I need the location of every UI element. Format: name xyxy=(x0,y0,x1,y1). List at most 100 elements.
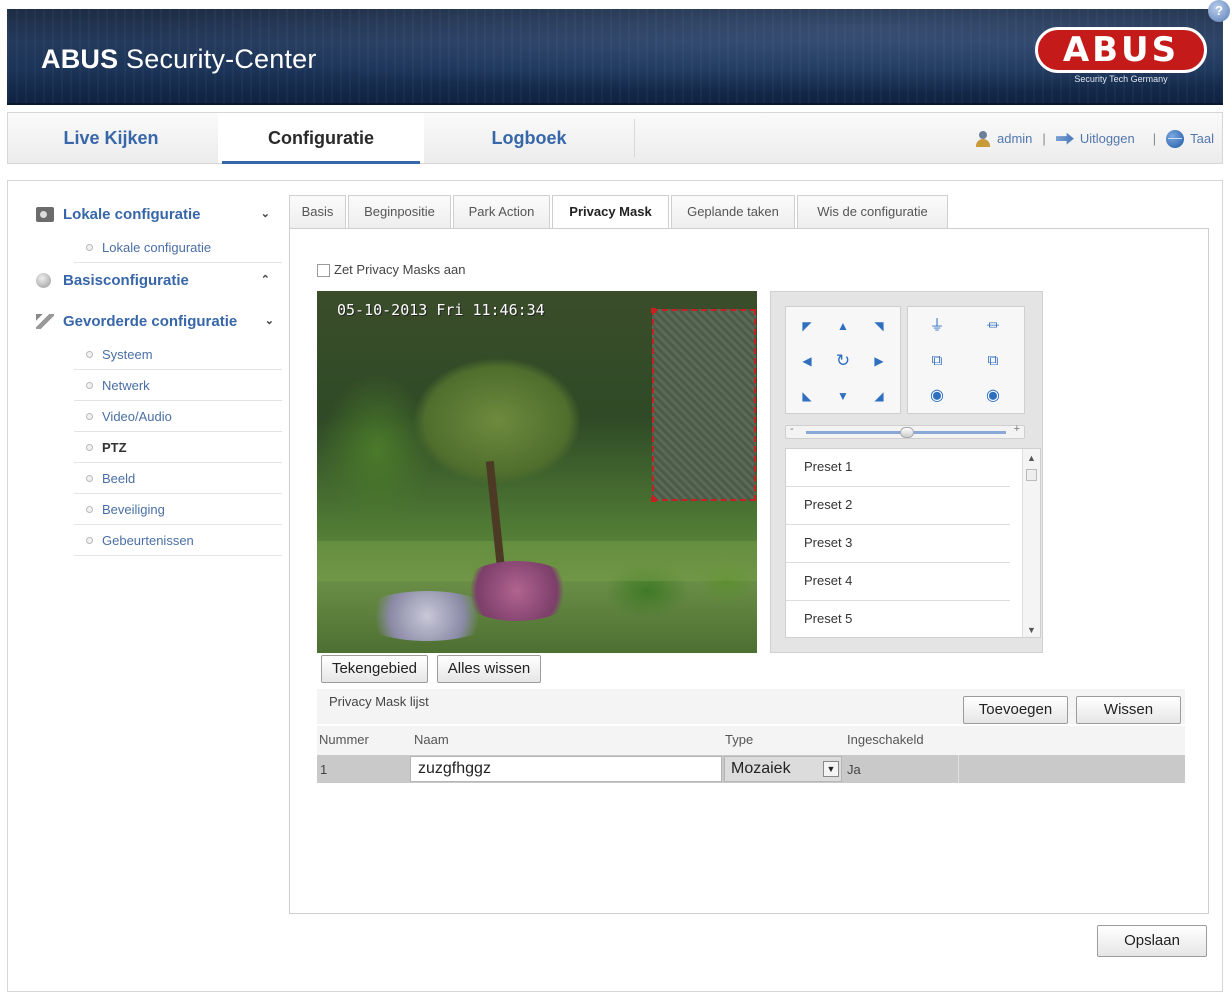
sidebar-local-config[interactable]: Lokale configuratie ⌄ xyxy=(28,197,282,232)
enable-privacy-label: Zet Privacy Masks aan xyxy=(334,262,466,277)
sidebar-section-label: Lokale configuratie xyxy=(63,206,201,223)
app-title-brand: ABUS xyxy=(41,44,119,74)
ptz-up-left-icon[interactable]: ◤ xyxy=(792,311,822,341)
sidebar-section-label: Gevorderde configuratie xyxy=(63,313,238,330)
abus-logo: ABUS Security Tech Germany xyxy=(1035,27,1207,87)
ptz-left-icon[interactable]: ◀ xyxy=(792,346,822,376)
tab-park-action[interactable]: Park Action xyxy=(453,195,550,228)
preset-item[interactable]: Preset 3 xyxy=(786,525,1010,563)
chevron-down-icon[interactable]: ▼ xyxy=(823,761,839,777)
clear-all-button[interactable]: Alles wissen xyxy=(437,655,541,683)
user-name[interactable]: admin xyxy=(997,114,1032,164)
logo-word: ABUS xyxy=(1062,30,1180,70)
chevron-down-icon[interactable]: ⌄ xyxy=(261,197,270,232)
zoom-out-icon[interactable]: ⏛ xyxy=(978,311,1008,341)
tab-basis[interactable]: Basis xyxy=(289,195,346,228)
slider-thumb[interactable] xyxy=(900,427,914,438)
scroll-up-icon[interactable]: ▲ xyxy=(1027,453,1036,463)
sidebar-item-network[interactable]: Netwerk xyxy=(74,370,282,401)
sidebar-item-system[interactable]: Systeem xyxy=(74,339,282,370)
bullet-icon xyxy=(86,444,93,451)
iris-close-icon[interactable]: ◉ xyxy=(978,381,1008,411)
preset-list: Preset 1 Preset 2 Preset 3 Preset 4 Pres… xyxy=(785,448,1041,638)
nav-tab-log[interactable]: Logboek xyxy=(426,113,632,163)
logout-link[interactable]: Uitloggen xyxy=(1080,114,1135,164)
bullet-icon xyxy=(86,506,93,513)
enable-privacy-row[interactable]: Zet Privacy Masks aan xyxy=(317,262,466,278)
chevron-up-icon[interactable]: ⌃ xyxy=(261,263,270,298)
chevron-down-icon[interactable]: ⌄ xyxy=(265,304,274,339)
preset-item[interactable]: Preset 2 xyxy=(786,487,1010,525)
ptz-up-right-icon[interactable]: ◥ xyxy=(864,311,894,341)
tab-beginpositie[interactable]: Beginpositie xyxy=(348,195,451,228)
iris-open-icon[interactable]: ◉ xyxy=(922,381,952,411)
preset-item[interactable]: Preset 5 xyxy=(786,601,1010,637)
main-nav: Live Kijken Configuratie Logboek admin | U… xyxy=(7,112,1223,164)
sidebar-item-ptz[interactable]: PTZ xyxy=(74,432,282,463)
add-button[interactable]: Toevoegen xyxy=(963,696,1068,724)
nav-separator xyxy=(634,119,635,157)
focus-near-icon[interactable]: ⧉ xyxy=(922,346,952,376)
column-name: Naam xyxy=(414,732,449,747)
bullet-icon xyxy=(86,244,93,251)
bullet-icon xyxy=(86,475,93,482)
sidebar-item-video-audio[interactable]: Video/Audio xyxy=(74,401,282,432)
ptz-auto-rotate-icon[interactable]: ↻ xyxy=(828,346,858,376)
logout-icon xyxy=(1055,132,1074,145)
preset-scrollbar[interactable]: ▲ ▼ xyxy=(1022,449,1040,637)
ptz-up-icon[interactable]: ▲ xyxy=(828,311,858,341)
row-divider xyxy=(958,755,959,783)
sidebar-item-image[interactable]: Beeld xyxy=(74,463,282,494)
privacy-mask-region[interactable] xyxy=(651,308,756,502)
globe-icon xyxy=(1166,129,1185,148)
ptz-down-left-icon[interactable]: ◣ xyxy=(792,381,822,411)
ptz-down-right-icon[interactable]: ◢ xyxy=(864,381,894,411)
preset-item[interactable]: Preset 1 xyxy=(786,449,1010,487)
mask-name-input[interactable]: zuzgfhggz xyxy=(410,756,722,782)
save-button[interactable]: Opslaan xyxy=(1097,925,1207,957)
nav-tab-configuration[interactable]: Configuratie xyxy=(218,113,424,164)
ptz-speed-slider[interactable]: - + xyxy=(785,423,1025,439)
row-number: 1 xyxy=(320,762,328,777)
sidebar-advanced-config[interactable]: Gevorderde configuratie ⌄ xyxy=(28,304,282,339)
sidebar-item-label: Lokale configuratie xyxy=(102,240,212,255)
sidebar-item-security[interactable]: Beveiliging xyxy=(74,494,282,525)
nav-divider: | xyxy=(1042,130,1046,146)
row-enabled: Ja xyxy=(847,762,861,777)
app-title: ABUS Security-Center xyxy=(41,44,317,75)
wrench-icon xyxy=(36,314,54,329)
column-number: Nummer xyxy=(319,732,369,747)
enable-privacy-checkbox[interactable] xyxy=(317,264,330,278)
sidebar: Lokale configuratie ⌄ Lokale configurati… xyxy=(28,197,282,556)
column-type: Type xyxy=(725,732,754,747)
sidebar-item-events[interactable]: Gebeurtenissen xyxy=(74,525,282,556)
ptz-right-icon[interactable]: ▶ xyxy=(864,346,894,376)
tab-wis-de-configuratie[interactable]: Wis de configuratie xyxy=(797,195,948,228)
scroll-down-icon[interactable]: ▼ xyxy=(1027,625,1036,635)
draw-area-button[interactable]: Tekengebied xyxy=(321,655,428,683)
user-icon xyxy=(975,130,991,147)
ptz-down-icon[interactable]: ▼ xyxy=(828,381,858,411)
mask-type-select[interactable]: Mozaiek ▼ xyxy=(724,756,842,782)
scroll-thumb[interactable] xyxy=(1026,469,1037,481)
help-icon[interactable]: ? xyxy=(1208,0,1230,22)
sidebar-item-local-config[interactable]: Lokale configuratie xyxy=(74,232,282,263)
camera-icon xyxy=(36,207,54,222)
sidebar-basic-config[interactable]: Basisconfiguratie ⌃ xyxy=(28,263,282,298)
sidebar-item-label: Beeld xyxy=(102,471,136,486)
preset-item[interactable]: Preset 4 xyxy=(786,563,1010,601)
mask-type-value: Mozaiek xyxy=(731,760,791,777)
focus-far-icon[interactable]: ⧉ xyxy=(978,346,1008,376)
live-video-preview[interactable]: 05-10-2013 Fri 11:46:34 xyxy=(317,291,757,653)
delete-button[interactable]: Wissen xyxy=(1076,696,1181,724)
video-flowerbed xyxy=(457,561,577,621)
sidebar-item-label: Netwerk xyxy=(102,378,150,393)
ptz-direction-pad: ◤ ▲ ◥ ◀ ↻ ▶ ◣ ▼ ◢ xyxy=(785,306,901,414)
nav-tab-live-view[interactable]: Live Kijken xyxy=(8,113,214,163)
privacy-list-title: Privacy Mask lijst xyxy=(329,694,429,709)
zoom-in-icon[interactable]: ⏚ xyxy=(922,311,952,341)
tab-privacy-mask[interactable]: Privacy Mask xyxy=(552,195,669,229)
ptz-control-panel: ◤ ▲ ◥ ◀ ↻ ▶ ◣ ▼ ◢ ⏚ ⏛ ⧉ ⧉ ◉ ◉ - + Preset… xyxy=(770,291,1043,653)
language-link[interactable]: Taal xyxy=(1190,114,1214,164)
tab-geplande-taken[interactable]: Geplande taken xyxy=(671,195,795,228)
